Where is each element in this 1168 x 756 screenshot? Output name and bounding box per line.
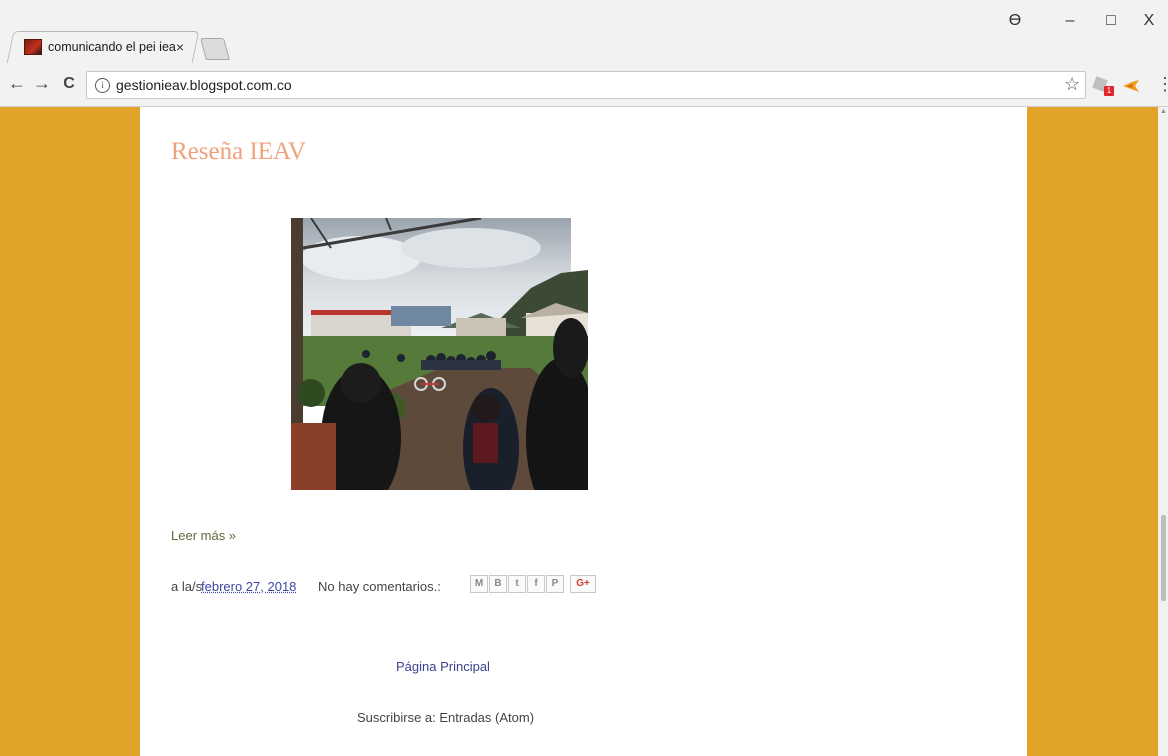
extension-badge: 1 [1104,86,1114,96]
scroll-up-arrow-icon[interactable]: ▲ [1160,108,1167,115]
extension-bird-icon[interactable] [1123,80,1139,92]
read-more-link[interactable]: Leer más » [171,528,236,543]
share-buttons: M B t f P G+ [470,575,597,593]
share-google-plus-button[interactable]: G+ [570,575,596,593]
post-date-link[interactable]: febrero 27, 2018 [201,579,296,594]
site-favicon-icon [24,39,42,55]
posted-at-label: a la/s [171,579,203,594]
address-bar[interactable]: i gestionieav.blogspot.com.co [86,71,1086,99]
tab-title: comunicando el pei ieav [48,40,176,54]
share-blogger-button[interactable]: B [489,575,507,593]
browser-tab-content[interactable]: comunicando el pei ieav × [14,31,192,63]
scrollbar-thumb[interactable] [1161,515,1166,601]
share-email-button[interactable]: M [470,575,488,593]
comments-link[interactable]: No hay comentarios.: [318,579,441,594]
share-pinterest-button[interactable]: P [546,575,564,593]
back-arrow-icon[interactable]: ← [6,73,28,94]
minimize-button[interactable]: – [1055,12,1085,30]
subscribe-atom-link[interactable]: Entradas (Atom) [439,710,534,725]
browser-menu-icon[interactable]: ⋮ [1156,74,1168,95]
bookmark-star-icon[interactable]: ☆ [1064,74,1080,95]
profile-icon[interactable]: ϴ [1000,12,1030,30]
share-facebook-button[interactable]: f [527,575,545,593]
home-page-link[interactable]: Página Principal [396,659,490,674]
forward-arrow-icon[interactable]: → [31,73,53,94]
subscribe-label: Suscribirse a: [357,710,436,725]
extension-icon[interactable]: 1 [1092,76,1114,96]
site-info-icon[interactable]: i [95,77,110,93]
close-window-button[interactable]: X [1134,12,1164,30]
post-title[interactable]: Reseña IEAV [171,138,306,166]
reload-icon[interactable]: C [58,75,80,93]
tab-close-icon[interactable]: × [176,39,184,55]
url-text[interactable]: gestionieav.blogspot.com.co [116,77,292,93]
post-photo[interactable] [291,218,588,490]
share-twitter-button[interactable]: t [508,575,526,593]
subscribe-line: Suscribirse a: Entradas (Atom) [357,710,534,725]
page-scrollbar[interactable] [1158,107,1168,756]
maximize-button[interactable]: □ [1096,12,1126,30]
